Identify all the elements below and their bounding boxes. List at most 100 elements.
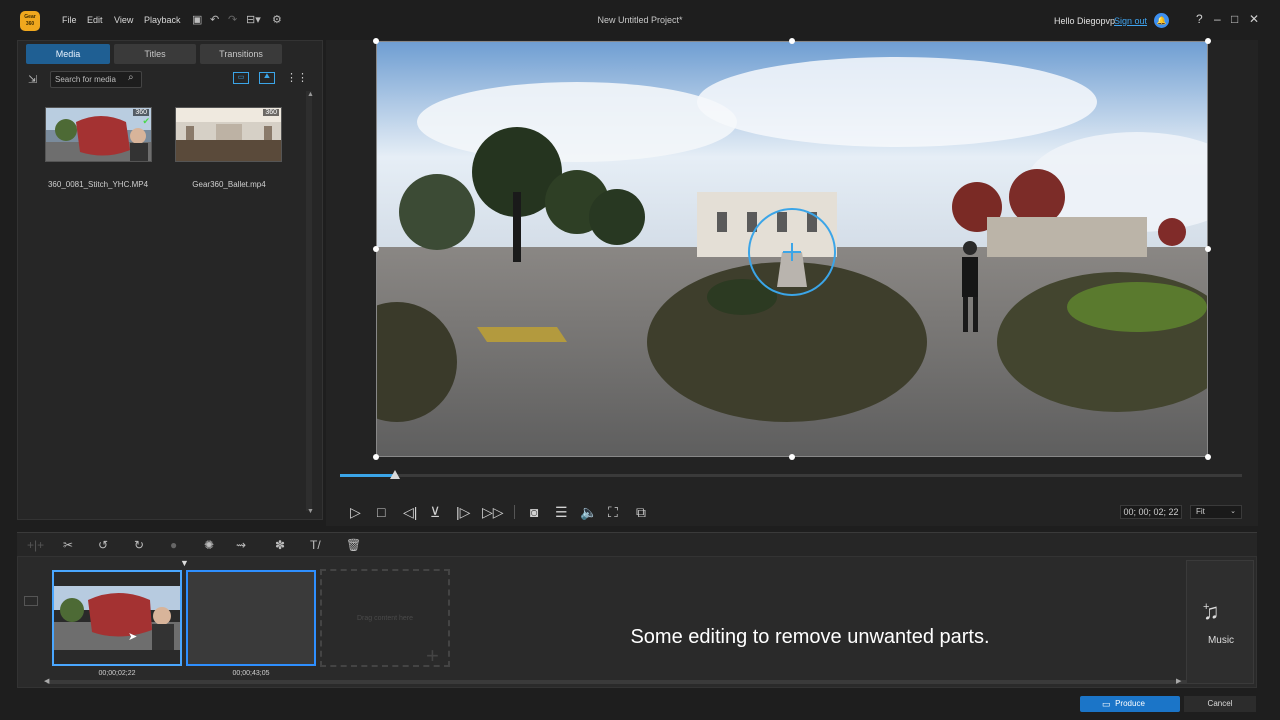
resize-handle[interactable] xyxy=(1205,38,1211,44)
drop-zone[interactable]: Drag content here + xyxy=(320,569,450,668)
resize-handle[interactable] xyxy=(789,38,795,44)
fullscreen-icon[interactable]: ⛶ xyxy=(608,504,618,521)
text-icon[interactable]: T/ xyxy=(310,538,321,552)
media-thumbnail-image xyxy=(176,108,281,161)
import-media-icon[interactable]: ⇲ xyxy=(28,73,37,86)
resize-handle[interactable] xyxy=(373,454,379,460)
timecode-display[interactable]: 00; 00; 02; 22 xyxy=(1120,505,1182,519)
media-filename: Gear360_Ballet.mp4 xyxy=(192,180,266,189)
resize-handle[interactable] xyxy=(789,454,795,460)
play-icon[interactable]: ▷ xyxy=(350,504,361,521)
scroll-down-icon[interactable]: ▼ xyxy=(307,508,314,515)
snapshot-icon[interactable]: ◙ xyxy=(530,504,538,520)
menu-file[interactable]: File xyxy=(62,15,77,25)
volume-icon[interactable]: 🔈 xyxy=(580,504,597,521)
image-filter-icon[interactable]: ⛰ xyxy=(259,72,275,84)
video-preview[interactable] xyxy=(376,41,1208,457)
timeline-clip[interactable]: ➤ xyxy=(52,570,182,666)
scroll-right-icon[interactable]: ▶ xyxy=(1176,677,1181,685)
clip-thumbnail-image xyxy=(54,572,180,664)
tab-media[interactable]: Media xyxy=(26,44,110,64)
redo-icon[interactable]: ↷ xyxy=(228,13,237,26)
app-window: Gear 360 File Edit View Playback ▣ ↶ ↷ ⊟… xyxy=(0,0,1280,720)
zoom-select[interactable]: Fit ⌄ xyxy=(1190,505,1242,519)
scroll-left-icon[interactable]: ◀ xyxy=(44,677,49,685)
previous-frame-icon[interactable]: ◁| xyxy=(403,504,417,521)
media-thumbnail[interactable]: 360 xyxy=(175,107,282,162)
cut-icon[interactable]: ✂ xyxy=(63,538,73,552)
magic-effect-icon[interactable]: ✺ xyxy=(204,538,214,552)
fast-forward-icon[interactable]: ▷▷ xyxy=(482,504,504,521)
check-icon: ✔ xyxy=(142,116,150,126)
music-track-button[interactable]: ♫ + Music xyxy=(1186,560,1254,684)
media-thumbnail[interactable]: 360 ✔ xyxy=(45,107,152,162)
playback-controls: ▷ □ ◁| ⊻ |▷ ▷▷ ◙ ☰ 🔈 ⛶ ⧉ xyxy=(326,496,1258,526)
playhead-slider[interactable] xyxy=(390,470,400,479)
playback-progress-track[interactable] xyxy=(340,474,1242,477)
badge-360: 360 xyxy=(133,109,149,116)
settings-icon[interactable]: ⚙ xyxy=(272,13,282,26)
user-greeting: Hello Diegopvp xyxy=(1054,16,1116,26)
sign-out-link[interactable]: Sign out xyxy=(1114,16,1147,26)
cancel-button[interactable]: Cancel xyxy=(1184,696,1256,712)
undock-icon[interactable]: ⧉ xyxy=(636,504,646,521)
badge-360: 360 xyxy=(263,109,279,116)
undo-icon[interactable]: ↶ xyxy=(210,13,219,26)
playhead-marker-icon[interactable]: ▼ xyxy=(180,558,189,568)
minimize-icon[interactable]: – xyxy=(1214,12,1221,26)
delete-icon[interactable]: 🗑 xyxy=(346,538,361,552)
menu-view[interactable]: View xyxy=(114,15,133,25)
notification-bell-icon[interactable]: 🔔 xyxy=(1154,13,1169,28)
music-label: Music xyxy=(1207,635,1235,646)
maximize-icon[interactable]: □ xyxy=(1231,12,1238,26)
produce-label: Produce xyxy=(1115,699,1145,708)
grid-view-icon[interactable]: ⋮⋮ xyxy=(286,71,308,84)
close-icon[interactable]: ✕ xyxy=(1249,12,1259,26)
stop-icon[interactable]: □ xyxy=(377,504,385,520)
tab-titles[interactable]: Titles xyxy=(114,44,196,64)
library-scrollbar[interactable] xyxy=(306,91,312,511)
resize-handle[interactable] xyxy=(1205,454,1211,460)
zoom-value: Fit xyxy=(1196,507,1205,516)
rotate-right-icon[interactable]: ↻ xyxy=(134,538,144,552)
timeline-clip[interactable] xyxy=(186,570,316,666)
next-frame-icon[interactable]: |▷ xyxy=(456,504,470,521)
media-library-panel: Media Titles Transitions ⇲ Search for me… xyxy=(17,40,323,520)
resize-handle[interactable] xyxy=(373,38,379,44)
produce-button[interactable]: ▭ Produce xyxy=(1080,696,1180,712)
timeline-toolbar: +|+ ✂ ↺ ↻ ● ✺ ⇝ ✽ T/ 🗑 xyxy=(17,532,1257,556)
speed-icon[interactable]: ⇝ xyxy=(236,538,246,552)
chevron-down-icon: ⌄ xyxy=(1230,508,1236,515)
search-icon[interactable]: ⌕ xyxy=(128,72,134,83)
menu-playback[interactable]: Playback xyxy=(144,15,181,25)
aspect-ratio-icon[interactable]: ⊟▾ xyxy=(246,13,261,26)
menu-edit[interactable]: Edit xyxy=(87,15,103,25)
save-icon[interactable]: ▣ xyxy=(192,13,202,26)
add-icon: + xyxy=(426,643,439,668)
drop-hint: Drag content here xyxy=(356,615,414,622)
clip-duration: 00;00;43;05 xyxy=(232,670,270,677)
tab-transitions[interactable]: Transitions xyxy=(200,44,282,64)
resize-handle[interactable] xyxy=(1205,246,1211,252)
help-icon[interactable]: ? xyxy=(1196,12,1203,26)
scroll-up-icon[interactable]: ▲ xyxy=(307,91,314,98)
sticker-icon[interactable]: ✽ xyxy=(275,538,285,552)
rotate-left-icon[interactable]: ↺ xyxy=(98,538,108,552)
mouse-cursor-icon: ➤ xyxy=(128,631,138,643)
subtitles-icon[interactable]: ☰ xyxy=(555,504,568,521)
title-bar: Gear 360 File Edit View Playback ▣ ↶ ↷ ⊟… xyxy=(0,0,1280,40)
split-icon[interactable]: ⊻ xyxy=(430,504,440,521)
video-caption: Some editing to remove unwanted parts. xyxy=(630,626,990,648)
video-filter-icon[interactable]: ▭ xyxy=(233,72,249,84)
media-filename: 360_0081_Stitch_YHC.MP4 xyxy=(47,180,149,189)
resize-handle[interactable] xyxy=(373,246,379,252)
snap-icon[interactable]: +|+ xyxy=(27,538,44,552)
playback-progress-fill xyxy=(340,474,396,477)
divider xyxy=(514,505,515,519)
crop-icon[interactable]: ● xyxy=(170,538,177,552)
clip-duration: 00;00;02;22 xyxy=(98,670,136,677)
timeline-scrollbar[interactable] xyxy=(47,680,1187,684)
produce-icon: ▭ xyxy=(1102,699,1111,709)
preview-frame-image xyxy=(377,42,1207,456)
media-thumbnail-image xyxy=(46,108,151,161)
